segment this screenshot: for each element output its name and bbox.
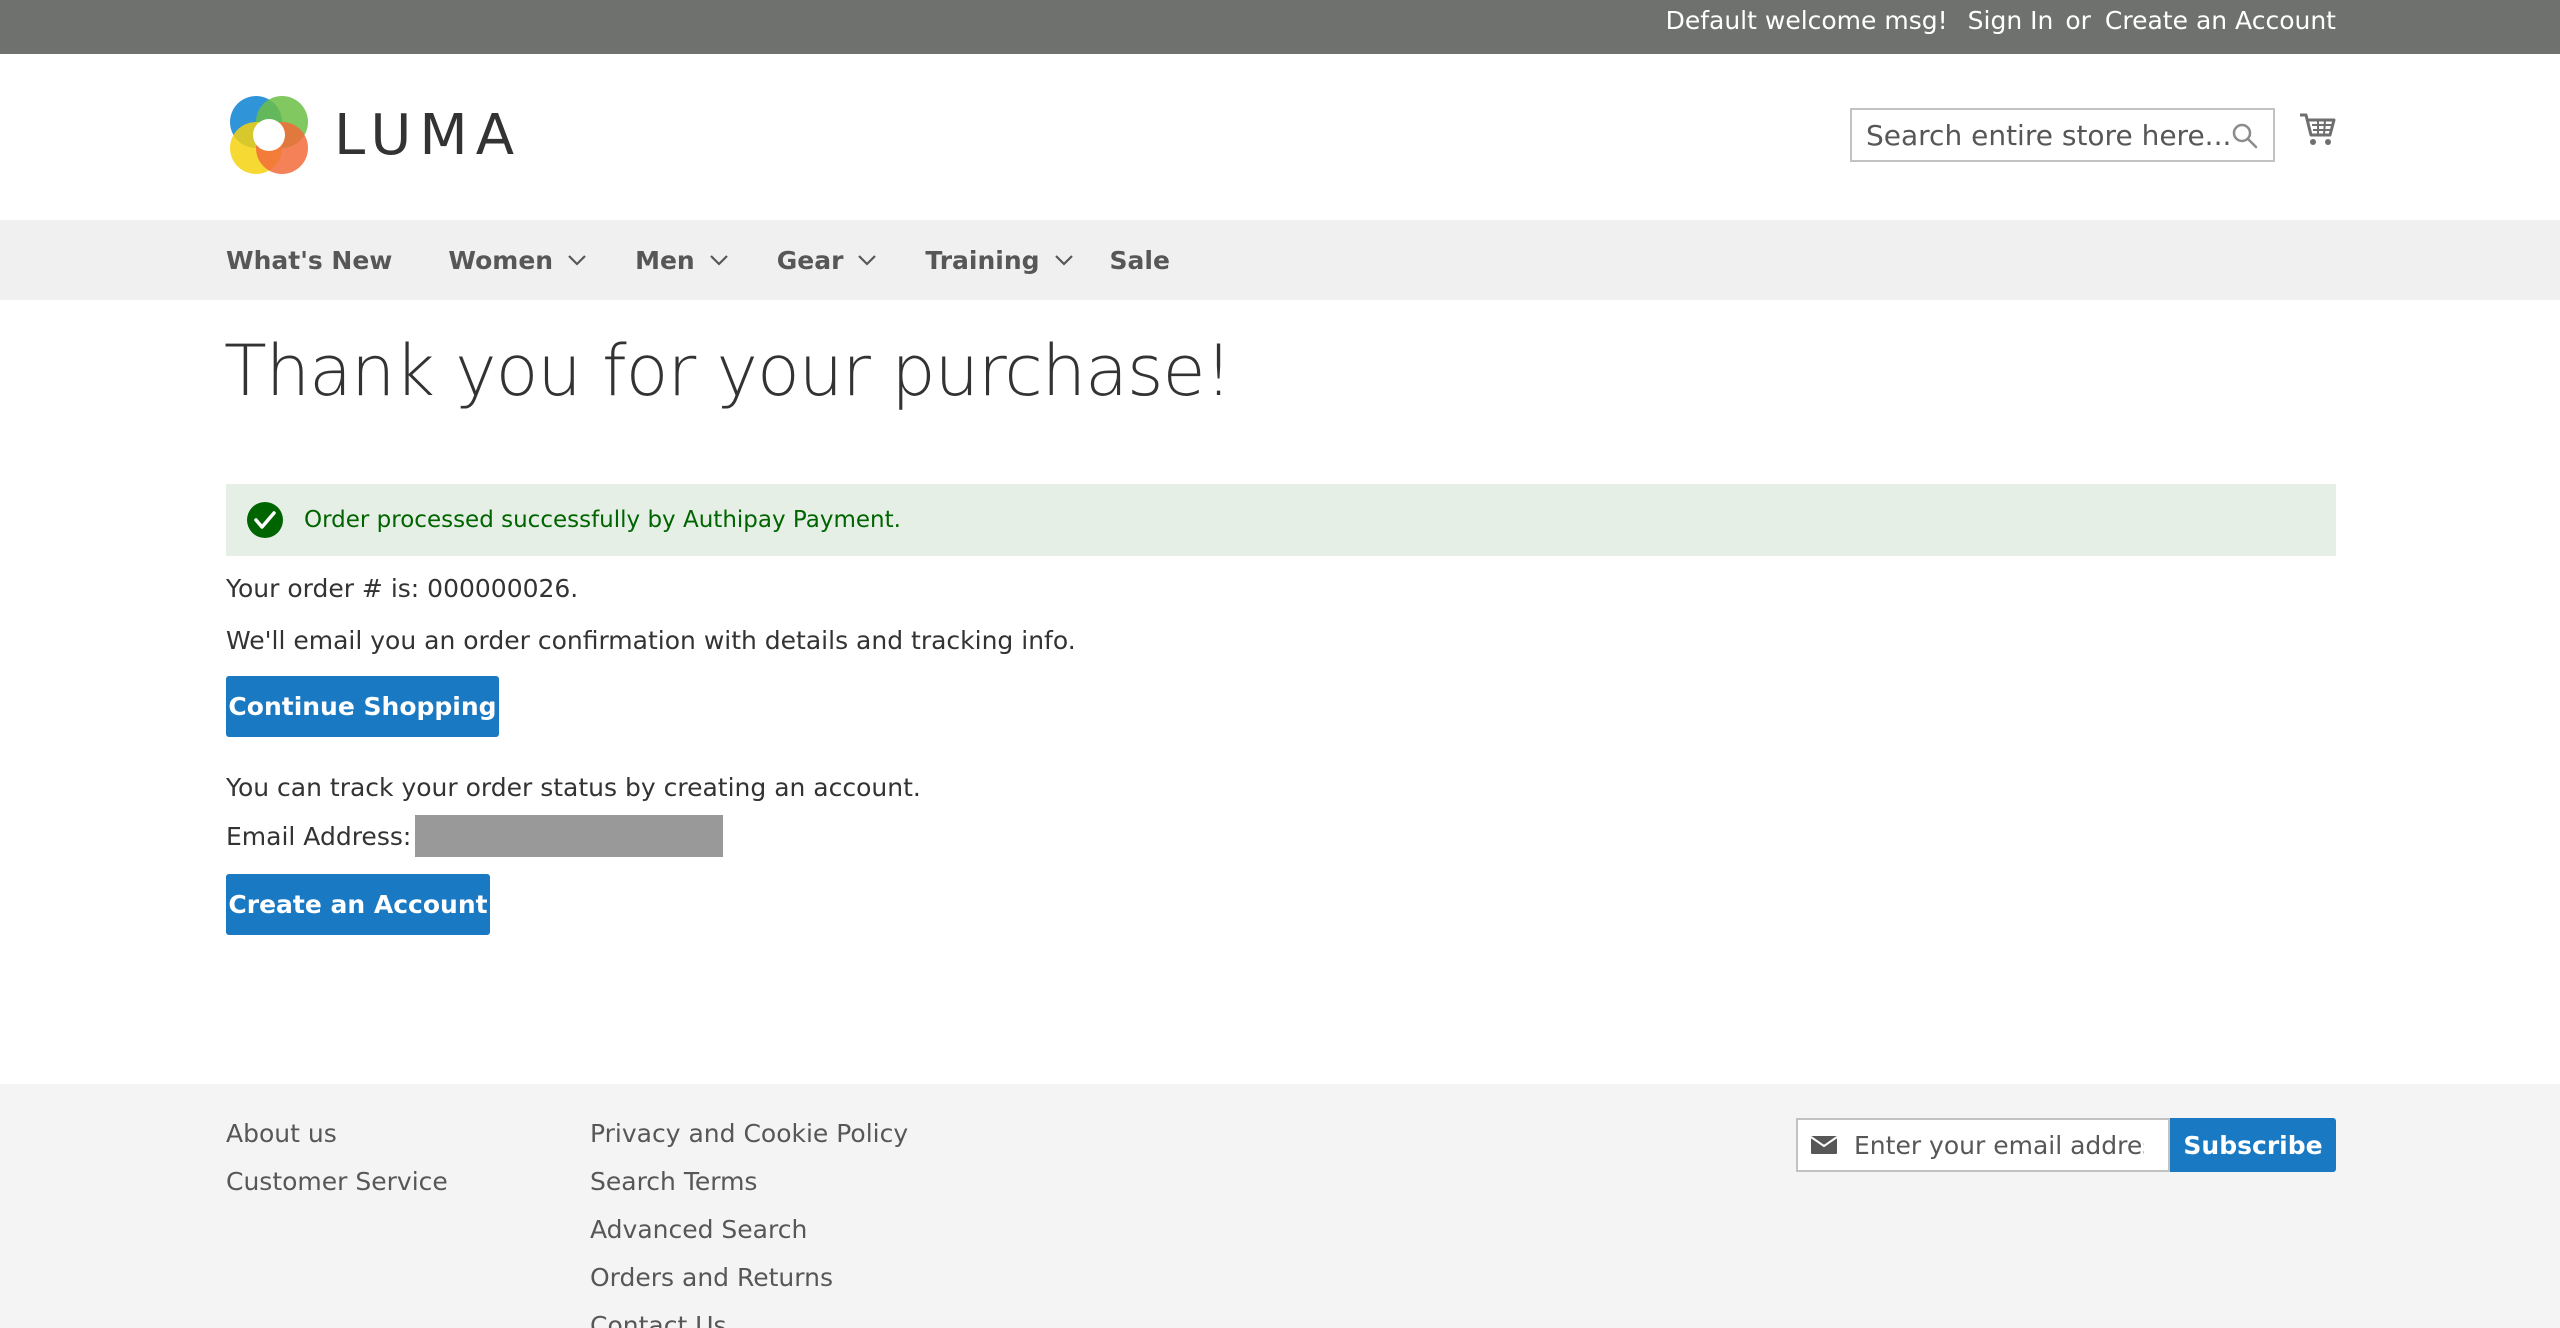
nav-item-men[interactable]: Men [635, 246, 729, 275]
subscribe-button[interactable]: Subscribe [2170, 1118, 2336, 1172]
footer-link-orders-returns[interactable]: Orders and Returns [590, 1264, 908, 1292]
footer: About us Customer Service Privacy and Co… [0, 1084, 2560, 1328]
search-input[interactable] [1866, 118, 2259, 152]
nav-item-sale[interactable]: Sale [1110, 246, 1170, 275]
continue-shopping-button[interactable]: Continue Shopping [226, 676, 499, 737]
chevron-down-icon [568, 255, 586, 266]
top-bar: Default welcome msg! Sign In or Create a… [0, 0, 2560, 54]
header: LUMA [0, 54, 2560, 220]
email-address-label: Email Address: [226, 821, 412, 851]
success-message-text: Order processed successfully by Authipay… [304, 507, 901, 533]
create-account-link[interactable]: Create an Account [2105, 6, 2336, 35]
cart-icon[interactable] [2298, 110, 2336, 148]
footer-link-advanced-search[interactable]: Advanced Search [590, 1216, 908, 1244]
nav-item-label: Training [925, 245, 1040, 275]
or-separator: or [2065, 5, 2091, 35]
page-title: Thank you for your purchase! [224, 330, 1233, 412]
footer-link-search-terms[interactable]: Search Terms [590, 1168, 908, 1196]
nav-item-label: What's New [226, 245, 393, 275]
order-number: Your order # is: 000000026. [226, 574, 579, 603]
nav-item-label: Sale [1109, 245, 1170, 275]
success-message: Order processed successfully by Authipay… [226, 484, 2336, 556]
sign-in-link[interactable]: Sign In [1968, 6, 2054, 35]
nav-item-label: Gear [776, 245, 844, 275]
newsletter-form: Subscribe [1796, 1118, 2336, 1172]
create-account-button[interactable]: Create an Account [226, 874, 490, 935]
search-icon[interactable] [2231, 122, 2259, 150]
checkmark-circle-icon [247, 502, 283, 538]
newsletter-input-wrapper[interactable] [1796, 1118, 2170, 1172]
top-links: Default welcome msg! Sign In or Create a… [1666, 0, 2336, 40]
luma-logo-icon [230, 96, 308, 174]
nav-item-training[interactable]: Training [925, 246, 1073, 275]
logo-text: LUMA [334, 102, 523, 168]
nav-item-label: Women [448, 245, 554, 275]
email-confirmation-note: We'll email you an order confirmation wi… [226, 626, 1076, 655]
search-box[interactable] [1850, 108, 2275, 162]
nav-item-women[interactable]: Women [448, 246, 587, 275]
chevron-down-icon [1054, 255, 1073, 266]
newsletter-email-input[interactable] [1854, 1130, 2144, 1160]
nav-item-whats-new[interactable]: What's New [226, 246, 392, 275]
footer-link-privacy[interactable]: Privacy and Cookie Policy [590, 1120, 908, 1148]
welcome-message: Default welcome msg! [1665, 5, 1948, 35]
footer-link-about-us[interactable]: About us [226, 1120, 448, 1148]
chevron-down-icon [858, 255, 877, 266]
email-address-value [415, 815, 724, 857]
main-navigation: What's New Women Men Gear Training Sale [0, 220, 2560, 300]
chevron-down-icon [709, 255, 728, 266]
store-logo[interactable]: LUMA [226, 92, 522, 178]
footer-links-col1: About us Customer Service [226, 1120, 448, 1196]
envelope-icon [1810, 1136, 1838, 1154]
nav-items: What's New Women Men Gear Training Sale [226, 220, 1226, 300]
footer-link-customer-service[interactable]: Customer Service [226, 1168, 448, 1196]
track-order-note: You can track your order status by creat… [226, 773, 921, 802]
nav-item-gear[interactable]: Gear [777, 246, 878, 275]
nav-item-label: Men [635, 245, 695, 275]
footer-links-col2: Privacy and Cookie Policy Search Terms A… [590, 1120, 908, 1328]
email-address-row: Email Address: [226, 814, 724, 858]
footer-link-contact-us[interactable]: Contact Us [590, 1312, 908, 1328]
